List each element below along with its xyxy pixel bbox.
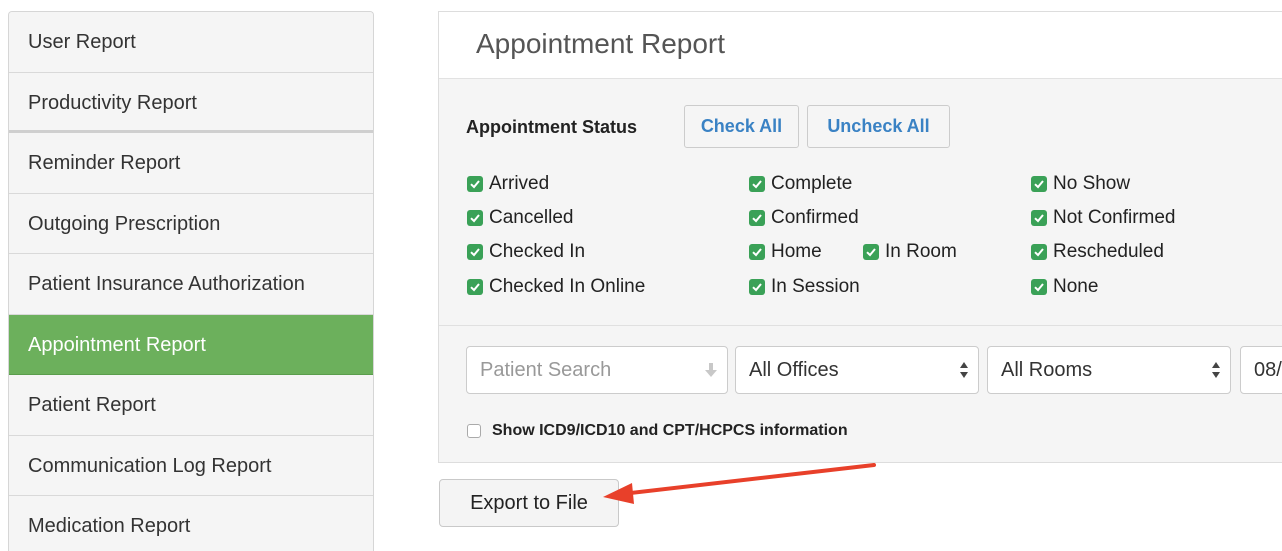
sidebar-item-outgoing-prescription[interactable]: Outgoing Prescription bbox=[9, 193, 373, 254]
patient-search-input[interactable]: Patient Search bbox=[466, 346, 728, 394]
checkbox-checked-icon bbox=[467, 210, 483, 226]
sidebar-item-communication-log-report[interactable]: Communication Log Report bbox=[9, 435, 373, 496]
checkbox-checked-icon bbox=[1031, 279, 1047, 295]
room-select-value: All Rooms bbox=[1001, 359, 1093, 381]
checkbox-checked-icon bbox=[1031, 244, 1047, 260]
status-checkbox-checked-in[interactable]: Checked In bbox=[467, 241, 585, 263]
checkbox-checked-icon bbox=[749, 176, 765, 192]
status-checkbox-arrived[interactable]: Arrived bbox=[467, 173, 549, 195]
sidebar-item-patient-report[interactable]: Patient Report bbox=[9, 375, 373, 436]
checkbox-checked-icon bbox=[467, 244, 483, 260]
status-label: Checked In bbox=[489, 241, 586, 262]
status-checkbox-home[interactable]: Home bbox=[749, 241, 822, 263]
status-checkbox-in-session[interactable]: In Session bbox=[749, 276, 860, 298]
status-label: Cancelled bbox=[489, 207, 574, 228]
start-date-input[interactable]: 08/ bbox=[1240, 346, 1282, 394]
status-label: Complete bbox=[771, 173, 853, 194]
room-select[interactable]: All Rooms bbox=[987, 346, 1231, 394]
arrow-down-icon bbox=[704, 347, 718, 393]
sidebar-item-reminder-report[interactable]: Reminder Report bbox=[9, 133, 373, 194]
report-sidebar: User Report Productivity Report Reminder… bbox=[8, 11, 374, 551]
checkbox-checked-icon bbox=[1031, 210, 1047, 226]
check-all-button[interactable]: Check All bbox=[684, 105, 799, 148]
status-checkbox-in-room[interactable]: In Room bbox=[863, 241, 957, 263]
status-label: Confirmed bbox=[771, 207, 859, 228]
show-codes-checkbox[interactable]: Show ICD9/ICD10 and CPT/HCPCS informatio… bbox=[467, 422, 848, 440]
appointment-report-panel: Appointment Report Appointment Status Ch… bbox=[438, 11, 1282, 463]
show-codes-label: Show ICD9/ICD10 and CPT/HCPCS informatio… bbox=[492, 422, 848, 439]
checkbox-checked-icon bbox=[1031, 176, 1047, 192]
office-select[interactable]: All Offices bbox=[735, 346, 979, 394]
status-label: In Room bbox=[885, 241, 957, 262]
patient-search-placeholder: Patient Search bbox=[480, 359, 612, 381]
checkbox-unchecked-icon bbox=[467, 424, 481, 438]
checkbox-checked-icon bbox=[749, 244, 765, 260]
page-title: Appointment Report bbox=[476, 28, 726, 59]
checkbox-checked-icon bbox=[467, 279, 483, 295]
status-label: Rescheduled bbox=[1053, 241, 1164, 262]
status-checkbox-rescheduled[interactable]: Rescheduled bbox=[1031, 241, 1164, 263]
checkbox-checked-icon bbox=[749, 279, 765, 295]
select-arrows-icon bbox=[1211, 347, 1221, 393]
appointment-status-label: Appointment Status bbox=[466, 117, 637, 137]
start-date-value: 08/ bbox=[1254, 359, 1282, 381]
status-checkbox-none[interactable]: None bbox=[1031, 276, 1098, 298]
sidebar-item-patient-insurance-authorization[interactable]: Patient Insurance Authorization bbox=[9, 254, 373, 315]
status-label: Not Confirmed bbox=[1053, 207, 1176, 228]
status-checkbox-not-confirmed[interactable]: Not Confirmed bbox=[1031, 207, 1176, 229]
status-checkbox-checked-in-online[interactable]: Checked In Online bbox=[467, 276, 645, 298]
section-divider bbox=[439, 325, 1282, 326]
sidebar-item-productivity-report[interactable]: Productivity Report bbox=[9, 72, 373, 133]
sidebar-item-appointment-report[interactable]: Appointment Report bbox=[9, 314, 373, 375]
status-checkbox-no-show[interactable]: No Show bbox=[1031, 173, 1130, 195]
checkbox-checked-icon bbox=[749, 210, 765, 226]
uncheck-all-button[interactable]: Uncheck All bbox=[807, 105, 950, 148]
status-label: In Session bbox=[771, 276, 860, 297]
select-arrows-icon bbox=[959, 347, 969, 393]
sidebar-item-user-report[interactable]: User Report bbox=[9, 12, 373, 73]
status-checkbox-confirmed[interactable]: Confirmed bbox=[749, 207, 859, 229]
status-label: No Show bbox=[1053, 173, 1131, 194]
status-checkbox-cancelled[interactable]: Cancelled bbox=[467, 207, 574, 229]
status-label: None bbox=[1053, 276, 1099, 297]
status-label: Arrived bbox=[489, 173, 550, 194]
checkbox-checked-icon bbox=[863, 244, 879, 260]
office-select-value: All Offices bbox=[749, 359, 839, 381]
status-checkbox-complete[interactable]: Complete bbox=[749, 173, 852, 195]
checkbox-checked-icon bbox=[467, 176, 483, 192]
export-to-file-button[interactable]: Export to File bbox=[439, 479, 619, 527]
status-label: Checked In Online bbox=[489, 276, 646, 297]
status-label: Home bbox=[771, 241, 822, 262]
